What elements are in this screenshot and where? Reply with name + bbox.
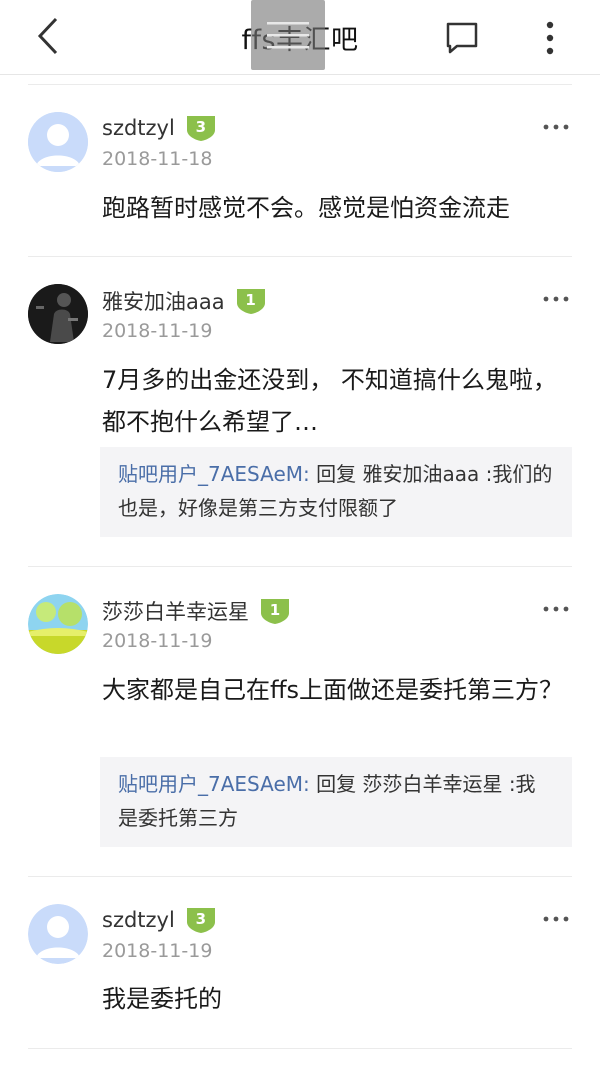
- level-badge: 1: [235, 287, 267, 315]
- username-text: szdtzyl: [102, 908, 175, 932]
- post-more-button[interactable]: [538, 287, 574, 311]
- post-divider: [28, 566, 572, 567]
- horizontal-dots-icon: [543, 296, 569, 302]
- avatar[interactable]: [28, 904, 88, 964]
- level-badge: 3: [185, 114, 217, 142]
- level-number: 3: [195, 117, 207, 136]
- user-photo-avatar: [28, 284, 88, 344]
- username-text: szdtzyl: [102, 116, 175, 140]
- post-body: 我是委托的: [102, 985, 222, 1013]
- avatar[interactable]: [28, 594, 88, 654]
- post-body: 大家都是自己在ffs上面做还是委托第三方？: [102, 676, 564, 704]
- comment-bubble-icon: [446, 22, 478, 54]
- avatar[interactable]: [28, 284, 88, 344]
- post-date: 2018-11-18: [102, 148, 213, 170]
- reply-box[interactable]: 贴吧用户_7AESAeM: 回复 雅安加油aaa :我们的也是，好像是第三方支付…: [100, 447, 572, 537]
- hamburger-menu-icon: [267, 22, 309, 49]
- post-divider: [28, 876, 572, 877]
- default-avatar-icon: [28, 904, 88, 964]
- more-options-button[interactable]: [530, 14, 570, 62]
- post-body: 跑路暂时感觉不会。感觉是怕资金流走: [102, 194, 510, 222]
- horizontal-dots-icon: [543, 606, 569, 612]
- reply-author[interactable]: 贴吧用户_7AESAeM:: [118, 772, 310, 796]
- reply-author[interactable]: 贴吧用户_7AESAeM:: [118, 462, 310, 486]
- default-avatar-icon: [28, 112, 88, 172]
- post-date: 2018-11-19: [102, 320, 213, 342]
- post-date: 2018-11-19: [102, 940, 213, 962]
- level-badge: 3: [185, 906, 217, 934]
- landscape-avatar: [28, 594, 88, 654]
- post-username[interactable]: 雅安加油aaa 1: [102, 286, 267, 316]
- menu-button[interactable]: [251, 0, 325, 70]
- top-navbar: ffs丰汇吧: [0, 0, 600, 75]
- level-number: 3: [195, 909, 207, 928]
- post-more-button[interactable]: [538, 115, 574, 139]
- post-more-button[interactable]: [538, 597, 574, 621]
- username-text: 莎莎白羊幸运星: [102, 600, 249, 624]
- horizontal-dots-icon: [543, 916, 569, 922]
- level-number: 1: [245, 290, 256, 309]
- post-body: 7月多的出金还没到， 不知道搞什么鬼啦， 都不抱什么希望了…: [102, 366, 557, 436]
- reply-box[interactable]: 贴吧用户_7AESAeM: 回复 莎莎白羊幸运星 :我是委托第三方: [100, 757, 572, 847]
- post-more-button[interactable]: [538, 907, 574, 931]
- post-username[interactable]: szdtzyl 3: [102, 114, 217, 142]
- level-badge: 1: [259, 597, 291, 625]
- post-username[interactable]: 莎莎白羊幸运星 1: [102, 596, 291, 626]
- username-text: 雅安加油aaa: [102, 290, 225, 314]
- post-date: 2018-11-19: [102, 630, 213, 652]
- post-divider: [28, 1048, 572, 1049]
- horizontal-dots-icon: [543, 124, 569, 130]
- comment-button[interactable]: [438, 14, 486, 62]
- feed-top-divider: [28, 84, 572, 85]
- post-username[interactable]: szdtzyl 3: [102, 906, 217, 934]
- avatar[interactable]: [28, 112, 88, 172]
- level-number: 1: [269, 600, 281, 619]
- post-divider: [28, 256, 572, 257]
- vertical-dots-icon: [546, 21, 554, 55]
